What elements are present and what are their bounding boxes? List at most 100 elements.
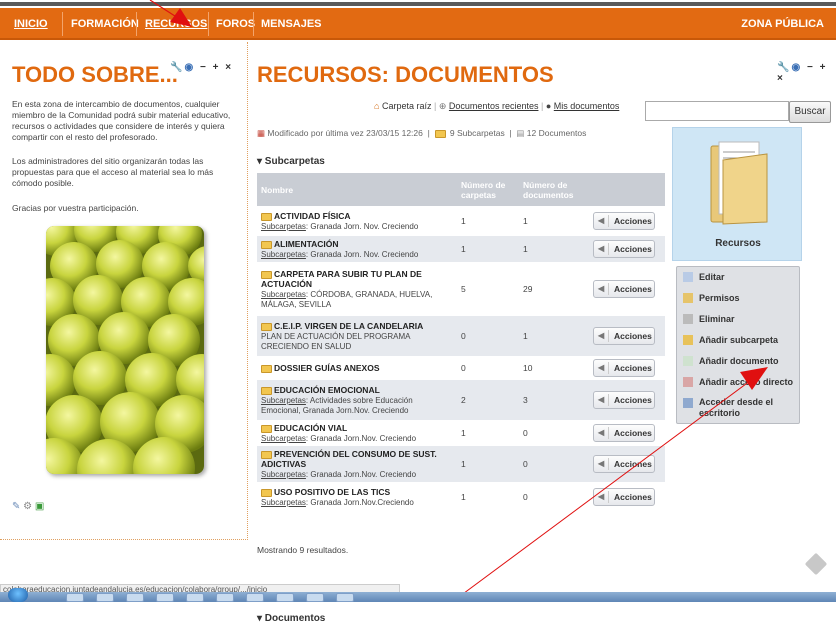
menu-add-document[interactable]: Añadir documento [677,351,799,372]
caret-left-icon: ◀ [598,459,605,468]
menu-editar[interactable]: Editar [677,267,799,288]
actions-button[interactable]: ◀ Acciones [593,327,655,345]
actions-cell: ◀ Acciones [589,420,665,446]
table-row[interactable]: PREVENCIÓN DEL CONSUMO DE SUST. ADICTIVA… [257,446,665,482]
folder-cell[interactable]: ALIMENTACIÓN Subcarpetas: Granada Jorn. N… [257,236,457,262]
subfolders-label[interactable]: Subcarpetas [261,250,306,259]
folder-cell[interactable]: DOSSIER GUÍAS ANEXOS [257,356,457,380]
edit-icon[interactable]: ✎ [12,501,20,512]
caret-left-icon: ◀ [598,216,605,225]
nav-inicio[interactable]: INICIO [6,8,56,40]
taskbar-button[interactable] [246,593,264,602]
actions-button[interactable]: ◀ Acciones [593,280,655,298]
subfolders-header[interactable]: ▾ Subcarpetas [257,156,325,167]
taskbar-button[interactable] [156,593,174,602]
window-controls[interactable]: − + × [200,62,233,73]
folder-cell[interactable]: EDUCACIÓN VIAL Subcarpetas: Granada Jorn.… [257,420,457,446]
top-strip [0,0,836,8]
table-row[interactable]: ALIMENTACIÓN Subcarpetas: Granada Jorn. N… [257,236,665,262]
start-button[interactable] [8,588,28,602]
subfolders-label[interactable]: Subcarpetas [261,498,306,507]
actions-button[interactable]: ◀ Acciones [593,359,655,377]
subfolders-label[interactable]: Subcarpetas [261,290,306,299]
document-count: 1 [519,236,589,262]
nav-zona-publica[interactable]: ZONA PÚBLICA [733,8,832,40]
subfolders-label[interactable]: Subcarpetas [261,396,306,405]
table-row[interactable]: CARPETA PARA SUBIR TU PLAN DE ACTUACIÓN S… [257,262,665,316]
recent-docs-link[interactable]: Documentos recientes [449,101,539,111]
folder-name[interactable]: ACTIVIDAD FÍSICA [274,211,351,221]
search-button[interactable]: Buscar [789,101,831,123]
table-row[interactable]: USO POSITIVO DE LAS TICS Subcarpetas: Gra… [257,482,665,512]
nav-recursos[interactable]: RECURSOS [137,8,215,40]
col-carpetas[interactable]: Número de carpetas [457,173,519,206]
col-nombre[interactable]: Nombre [257,173,457,206]
folder-name[interactable]: ALIMENTACIÓN [274,239,339,249]
help-icon[interactable]: ◉ [791,62,802,73]
menu-permisos[interactable]: Permisos [677,288,799,309]
actions-button[interactable]: ◀ Acciones [593,424,655,442]
taskbar-button[interactable] [96,593,114,602]
folder-name[interactable]: EDUCACIÓN EMOCIONAL [274,385,380,395]
main-portlet-controls[interactable]: 🔧◉ − + × [777,62,836,84]
subfolders-label[interactable]: Subcarpetas [261,434,306,443]
menu-add-shortcut[interactable]: Añadir acceso directo [677,372,799,393]
wrench-icon[interactable]: 🔧 [777,62,791,73]
taskbar-button[interactable] [186,593,204,602]
folder-name[interactable]: PREVENCIÓN DEL CONSUMO DE SUST. ADICTIVA… [261,449,437,469]
subfolders-label[interactable]: Subcarpetas [261,470,306,479]
caret-left-icon: ◀ [598,363,605,372]
menu-eliminar[interactable]: Eliminar [677,309,799,330]
folder-name[interactable]: EDUCACIÓN VIAL [274,423,347,433]
table-row[interactable]: EDUCACIÓN EMOCIONAL Subcarpetas: Activida… [257,380,665,420]
left-portlet-controls[interactable]: 🔧◉ − + × [170,62,233,73]
documents-header[interactable]: ▾ Documentos [257,613,325,624]
my-docs-link[interactable]: Mis documentos [554,101,620,111]
folder-cell[interactable]: EDUCACIÓN EMOCIONAL Subcarpetas: Activida… [257,380,457,420]
button-divider [608,458,609,470]
taskbar-button[interactable] [216,593,234,602]
nav-formacion[interactable]: FORMACIÓN [63,8,147,40]
table-row[interactable]: C.E.I.P. VIRGEN DE LA CANDELARIA PLAN DE … [257,316,665,356]
wrench-icon[interactable]: 🔧 [170,62,184,73]
add-page-icon[interactable]: ▣ [35,501,44,512]
folder-name[interactable]: CARPETA PARA SUBIR TU PLAN DE ACTUACIÓN [261,269,422,289]
actions-label: Acciones [614,428,652,438]
help-icon[interactable]: ◉ [184,62,195,73]
table-row[interactable]: EDUCACIÓN VIAL Subcarpetas: Granada Jorn.… [257,420,665,446]
subfolders-list: : Granada Jorn. Nov. Creciendo [305,222,419,231]
folder-name: Recursos [715,238,761,249]
settings-icon[interactable]: ⚙ [23,501,32,512]
folder-cell[interactable]: PREVENCIÓN DEL CONSUMO DE SUST. ADICTIVA… [257,446,457,482]
nav-mensajes[interactable]: MENSAJES [253,8,330,40]
scroll-top-icon[interactable] [804,552,828,576]
folder-name[interactable]: USO POSITIVO DE LAS TICS [274,487,390,497]
taskbar-button[interactable] [66,593,84,602]
folder-cell[interactable]: USO POSITIVO DE LAS TICS Subcarpetas: Gra… [257,482,457,512]
actions-button[interactable]: ◀ Acciones [593,455,655,473]
search-input[interactable] [645,101,789,121]
taskbar-button[interactable] [276,593,294,602]
subfolders-label[interactable]: Subcarpetas [261,222,306,231]
menu-add-subfolder[interactable]: Añadir subcarpeta [677,330,799,351]
taskbar-button[interactable] [306,593,324,602]
key-icon [683,293,693,303]
table-row[interactable]: DOSSIER GUÍAS ANEXOS 0 10 ◀ Acciones [257,356,665,380]
left-paragraph-2: Los administradores del sitio organizará… [12,156,214,188]
carpeta-raiz-link[interactable]: Carpeta raíz [382,101,432,111]
apples-image [46,226,204,474]
actions-button[interactable]: ◀ Acciones [593,240,655,258]
folder-cell[interactable]: CARPETA PARA SUBIR TU PLAN DE ACTUACIÓN S… [257,262,457,316]
taskbar-button[interactable] [126,593,144,602]
folder-name[interactable]: C.E.I.P. VIRGEN DE LA CANDELARIA [274,321,423,331]
taskbar-button[interactable] [336,593,354,602]
menu-desktop-access[interactable]: Acceder desde el escritorio [677,393,799,423]
folder-name[interactable]: DOSSIER GUÍAS ANEXOS [274,363,379,373]
col-documentos[interactable]: Número de documentos [519,173,589,206]
actions-button[interactable]: ◀ Acciones [593,212,655,230]
folder-cell[interactable]: ACTIVIDAD FÍSICA Subcarpetas: Granada Jor… [257,206,457,236]
table-row[interactable]: ACTIVIDAD FÍSICA Subcarpetas: Granada Jor… [257,206,665,236]
actions-button[interactable]: ◀ Acciones [593,391,655,409]
actions-button[interactable]: ◀ Acciones [593,488,655,506]
folder-cell[interactable]: C.E.I.P. VIRGEN DE LA CANDELARIA PLAN DE … [257,316,457,356]
